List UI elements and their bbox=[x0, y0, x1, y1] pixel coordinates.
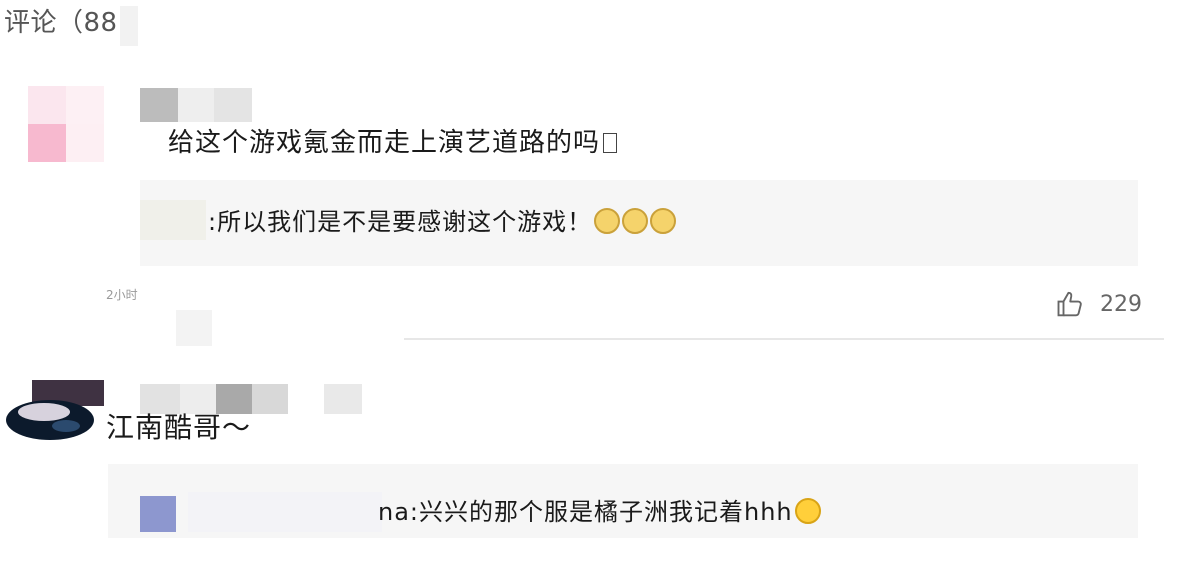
blur-mosaic bbox=[176, 310, 212, 346]
avatar[interactable] bbox=[4, 378, 104, 440]
username-mosaic[interactable] bbox=[140, 88, 252, 122]
comment-text-label: 给这个游戏氪金而走上演艺道路的吗 bbox=[168, 128, 601, 158]
mosaic-tile bbox=[324, 384, 362, 414]
mosaic-tile bbox=[140, 88, 178, 122]
comment-divider bbox=[404, 338, 1164, 340]
reply-text-label: na:兴兴的那个服是橘子洲我记着hhh bbox=[378, 498, 793, 526]
mosaic-tile bbox=[252, 384, 288, 414]
mosaic-tile bbox=[66, 124, 104, 162]
dog-face-emoji bbox=[650, 208, 677, 234]
reply-text: :所以我们是不是要感谢这个游戏！ bbox=[208, 202, 677, 237]
thumbs-up-icon[interactable] bbox=[1056, 289, 1086, 319]
reply-username-mosaic[interactable] bbox=[140, 200, 206, 240]
avatar-image-icon bbox=[6, 380, 104, 440]
comments-header-title: 评论（88 bbox=[4, 8, 118, 38]
mosaic-tile bbox=[178, 88, 216, 122]
reply-box[interactable]: na:兴兴的那个服是橘子洲我记着hhh bbox=[108, 464, 1138, 538]
like-button[interactable]: 229 bbox=[1056, 288, 1142, 320]
avatar-mosaic[interactable] bbox=[28, 86, 104, 162]
comment-text: 江南酷哥～ bbox=[106, 411, 252, 444]
comment-time: 2小时 bbox=[106, 288, 138, 302]
comment-text: 给这个游戏氪金而走上演艺道路的吗 bbox=[168, 122, 618, 159]
mosaic-tile bbox=[214, 88, 252, 122]
like-count: 229 bbox=[1100, 291, 1142, 317]
reply-text: na:兴兴的那个服是橘子洲我记着hhh bbox=[378, 492, 821, 527]
reply-text-label: :所以我们是不是要感谢这个游戏！ bbox=[208, 208, 593, 236]
placeholder-glyph-icon bbox=[603, 133, 618, 153]
dog-face-emoji bbox=[622, 208, 649, 234]
mosaic-tile bbox=[28, 124, 66, 162]
mosaic-tile bbox=[66, 86, 104, 124]
header-blur-mosaic bbox=[120, 6, 138, 46]
dog-face-emoji bbox=[594, 208, 621, 234]
mosaic-tile bbox=[28, 86, 66, 124]
laughing-emoji bbox=[794, 498, 821, 524]
reply-username-mosaic[interactable] bbox=[188, 492, 382, 532]
reply-box[interactable]: :所以我们是不是要感谢这个游戏！ bbox=[140, 180, 1138, 266]
reply-avatar-mosaic[interactable] bbox=[140, 496, 176, 532]
